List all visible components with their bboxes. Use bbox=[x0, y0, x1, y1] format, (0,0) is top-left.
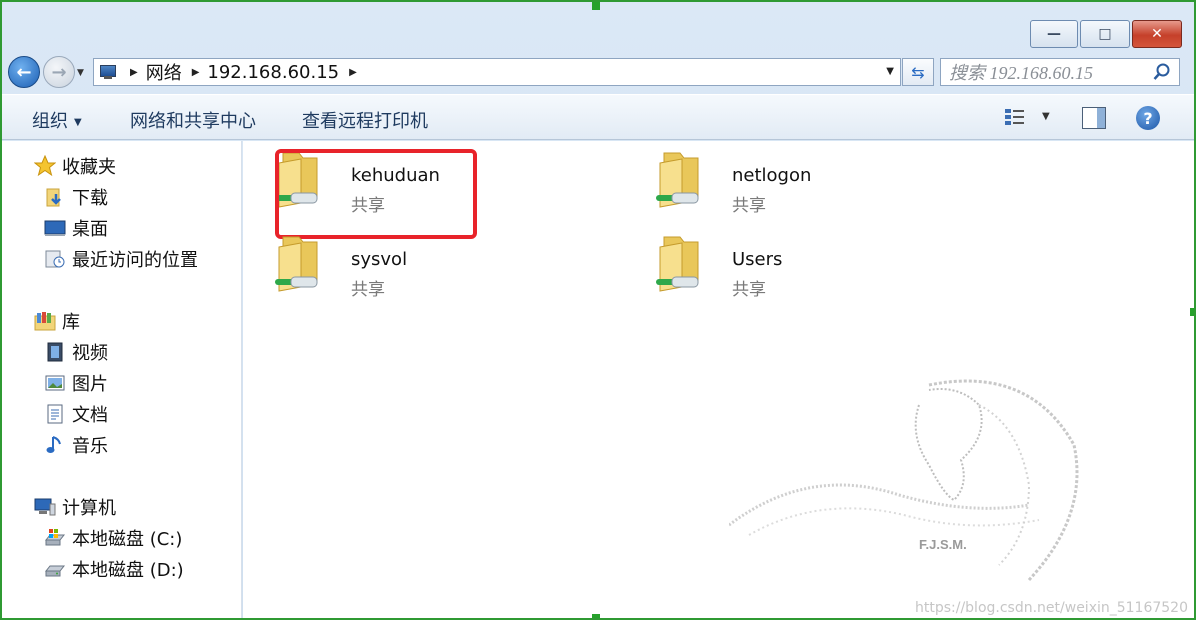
horse-logo-watermark: F.J.S.M. bbox=[729, 379, 1079, 582]
address-dropdown-icon[interactable]: ▼ bbox=[886, 66, 894, 77]
share-name: netlogon bbox=[732, 165, 812, 186]
libraries-icon bbox=[34, 312, 56, 331]
sidebar-item-label: 音乐 bbox=[72, 436, 108, 457]
sidebar-label: 收藏夹 bbox=[62, 157, 116, 178]
network-sharing-center-button[interactable]: 网络和共享中心 bbox=[130, 107, 256, 133]
sidebar-item-label: 图片 bbox=[72, 374, 108, 395]
organize-label: 组织 bbox=[32, 111, 68, 132]
sidebar-item-downloads[interactable]: 下载 bbox=[44, 184, 108, 210]
resize-marker bbox=[592, 614, 600, 618]
breadcrumb-host[interactable]: 192.168.60.15 bbox=[207, 62, 339, 83]
sidebar-item-label: 最近访问的位置 bbox=[72, 250, 198, 271]
videos-icon bbox=[47, 342, 63, 362]
sidebar-item-recent-places[interactable]: 最近访问的位置 bbox=[44, 246, 198, 272]
recent-pages-dropdown[interactable]: ▼ bbox=[77, 68, 84, 78]
share-item-sysvol[interactable]: sysvol 共享 bbox=[243, 225, 573, 300]
desktop-icon bbox=[44, 220, 66, 236]
preview-pane-icon[interactable] bbox=[1082, 107, 1106, 129]
explorer-window: — □ ✕ ← → ▼ ▶ 网络 ▶ 192.168.60.15 ▶ ▼ ⇆ 搜… bbox=[0, 0, 1196, 620]
sidebar-item-documents[interactable]: 文档 bbox=[44, 401, 108, 427]
close-button[interactable]: ✕ bbox=[1132, 20, 1182, 48]
back-button[interactable]: ← bbox=[8, 56, 40, 88]
star-icon bbox=[34, 155, 56, 177]
pictures-icon bbox=[45, 375, 65, 391]
sidebar-item-pictures[interactable]: 图片 bbox=[44, 370, 108, 396]
help-icon[interactable]: ? bbox=[1136, 106, 1160, 130]
system-drive-icon bbox=[44, 529, 66, 546]
sidebar-item-music[interactable]: 音乐 bbox=[44, 432, 108, 458]
resize-marker bbox=[592, 2, 600, 10]
shared-folder-icon bbox=[656, 236, 699, 292]
share-type: 共享 bbox=[732, 280, 766, 300]
share-type: 共享 bbox=[732, 196, 766, 216]
breadcrumb-chevron-icon[interactable]: ▶ bbox=[130, 67, 138, 78]
watermark-logo-text: F.J.S.M. bbox=[919, 537, 967, 552]
documents-icon bbox=[47, 404, 63, 424]
sidebar-item-label: 桌面 bbox=[72, 219, 108, 240]
share-name: Users bbox=[732, 249, 783, 270]
sidebar-computer[interactable]: 计算机 bbox=[34, 494, 116, 520]
search-input[interactable]: 搜索 192.168.60.15 bbox=[940, 58, 1180, 86]
sidebar-item-label: 视频 bbox=[72, 343, 108, 364]
sidebar-item-label: 下载 bbox=[72, 188, 108, 209]
organize-menu[interactable]: 组织 ▼ bbox=[32, 107, 82, 133]
forward-button[interactable]: → bbox=[43, 56, 75, 88]
address-bar[interactable]: ▶ 网络 ▶ 192.168.60.15 ▶ ▼ bbox=[93, 58, 901, 86]
breadcrumb-network[interactable]: 网络 bbox=[146, 59, 182, 85]
hard-drive-icon bbox=[44, 565, 66, 577]
refresh-button[interactable]: ⇆ bbox=[902, 58, 934, 86]
network-icon bbox=[98, 64, 120, 80]
shared-folder-icon bbox=[656, 152, 699, 208]
sidebar-label: 计算机 bbox=[62, 498, 116, 519]
command-bar: 组织 ▼ 网络和共享中心 查看远程打印机 ▼ ? bbox=[2, 94, 1194, 140]
sidebar-item-label: 本地磁盘 (D:) bbox=[72, 560, 184, 581]
sidebar-label: 库 bbox=[62, 312, 80, 333]
change-view-icon[interactable] bbox=[1004, 107, 1026, 127]
file-list: kehuduan 共享 netlogon 共享 sysvol 共享 Users … bbox=[243, 141, 1194, 618]
minimize-button[interactable]: — bbox=[1030, 20, 1078, 48]
sidebar-favorites[interactable]: 收藏夹 bbox=[34, 153, 116, 179]
sidebar-libraries[interactable]: 库 bbox=[34, 308, 80, 334]
view-remote-printers-button[interactable]: 查看远程打印机 bbox=[302, 107, 428, 133]
resize-marker bbox=[1190, 308, 1194, 316]
sidebar-item-label: 文档 bbox=[72, 405, 108, 426]
breadcrumb-chevron-icon[interactable]: ▶ bbox=[349, 67, 357, 78]
share-name: sysvol bbox=[351, 249, 408, 270]
sidebar-item-label: 本地磁盘 (C:) bbox=[72, 529, 183, 550]
shared-folder-icon bbox=[275, 236, 318, 292]
search-placeholder: 搜索 192.168.60.15 bbox=[949, 63, 1093, 83]
sidebar-item-desktop[interactable]: 桌面 bbox=[44, 215, 108, 241]
sidebar-item-drive-d[interactable]: 本地磁盘 (D:) bbox=[44, 556, 184, 582]
music-icon bbox=[46, 436, 61, 453]
downloads-folder-icon bbox=[46, 188, 61, 207]
recent-places-icon bbox=[45, 250, 65, 268]
chevron-down-icon: ▼ bbox=[74, 116, 82, 128]
maximize-button[interactable]: □ bbox=[1080, 20, 1130, 48]
view-options-dropdown[interactable]: ▼ bbox=[1042, 111, 1050, 122]
search-icon[interactable] bbox=[1153, 63, 1171, 81]
share-item-users[interactable]: Users 共享 bbox=[624, 225, 954, 300]
computer-icon bbox=[34, 498, 56, 516]
watermark-url: https://blog.csdn.net/weixin_51167520 bbox=[914, 600, 1188, 616]
share-type: 共享 bbox=[351, 280, 385, 300]
sidebar-item-videos[interactable]: 视频 bbox=[44, 339, 108, 365]
sidebar-item-drive-c[interactable]: 本地磁盘 (C:) bbox=[44, 525, 182, 551]
breadcrumb-chevron-icon[interactable]: ▶ bbox=[192, 67, 200, 78]
navigation-pane: 收藏夹 下载 桌面 最近访问的位置 库 视频 图片 文档 音乐 计算机 本地磁盘… bbox=[2, 141, 242, 618]
share-item-netlogon[interactable]: netlogon 共享 bbox=[624, 141, 954, 216]
